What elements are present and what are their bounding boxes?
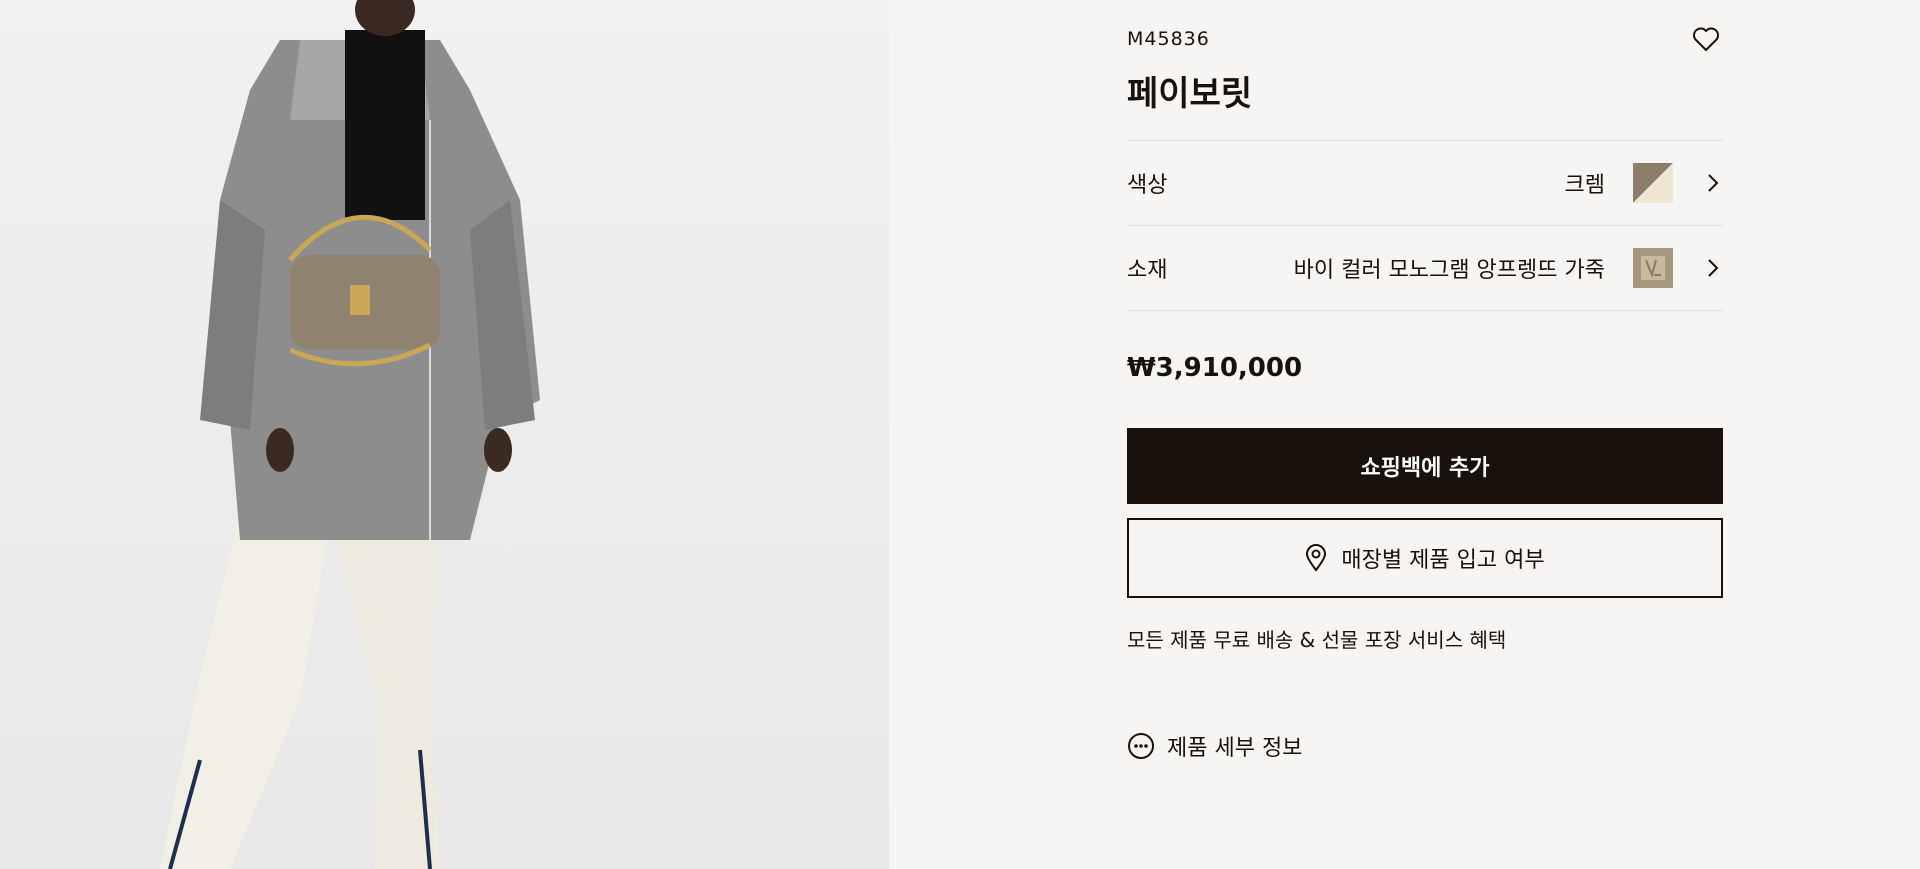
material-value: 바이 컬러 모노그램 앙프렝뜨 가죽: [1293, 258, 1605, 283]
product-image: [0, 0, 889, 869]
material-swatch: [1633, 248, 1673, 288]
product-details-link[interactable]: 제품 세부 정보: [1127, 730, 1302, 762]
model-photo: [160, 0, 540, 869]
more-dots-icon: [1127, 732, 1155, 760]
store-availability-button[interactable]: 매장별 제품 입고 여부: [1127, 518, 1723, 598]
chevron-right-icon: [1703, 173, 1723, 193]
color-selector[interactable]: 색상 크렘: [1127, 141, 1723, 225]
divider: [1127, 310, 1723, 311]
add-to-bag-label: 쇼핑백에 추가: [1360, 456, 1490, 481]
chevron-right-icon: [1703, 258, 1723, 278]
add-to-bag-button[interactable]: 쇼핑백에 추가: [1127, 428, 1723, 504]
color-label: 색상: [1127, 173, 1168, 198]
material-label: 소재: [1127, 258, 1168, 283]
product-details-label: 제품 세부 정보: [1167, 736, 1303, 761]
location-pin-icon: [1305, 544, 1327, 572]
product-info-panel: M45836 페이보릿 색상 크렘 소재 바이 컬러 모노그램 앙프렝뜨 가죽: [889, 0, 1920, 869]
product-sku: M45836: [1127, 28, 1210, 50]
product-title: 페이보릿: [1127, 74, 1253, 114]
heart-icon: [1693, 27, 1719, 51]
shipping-note: 모든 제품 무료 배송 & 선물 포장 서비스 혜택: [1127, 628, 1507, 652]
wishlist-button[interactable]: [1689, 22, 1723, 56]
color-value: 크렘: [1564, 173, 1605, 198]
product-price: ₩3,910,000: [1127, 353, 1303, 383]
color-swatch: [1633, 163, 1673, 203]
material-selector[interactable]: 소재 바이 컬러 모노그램 앙프렝뜨 가죽: [1127, 226, 1723, 310]
store-availability-label: 매장별 제품 입고 여부: [1341, 548, 1545, 573]
